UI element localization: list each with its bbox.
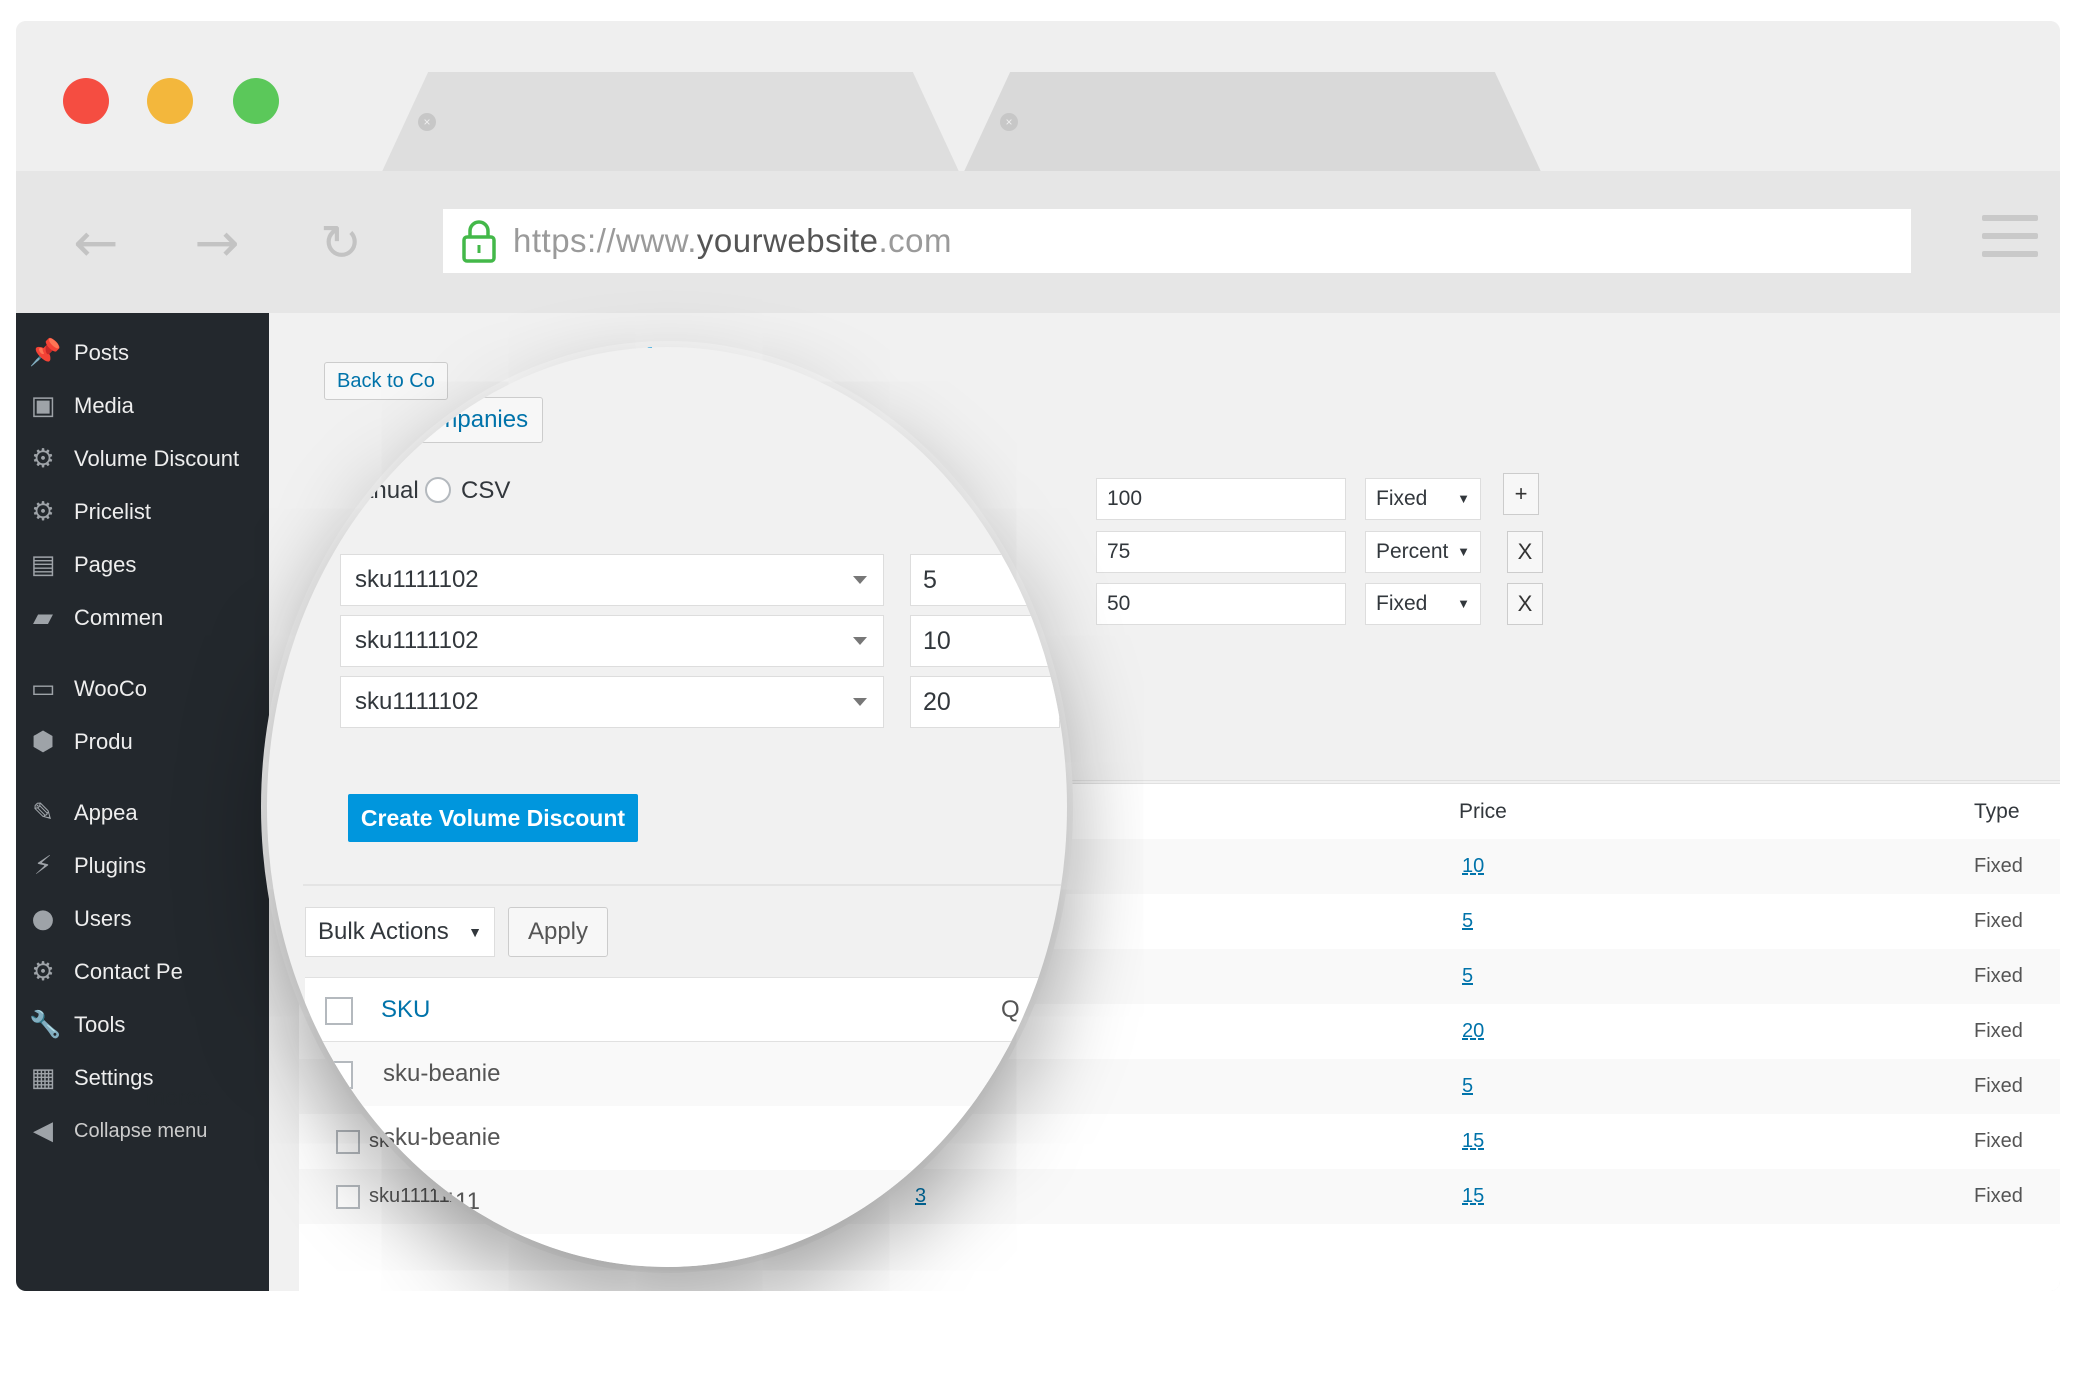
box-icon: ⬢	[31, 727, 55, 757]
remove-row-button[interactable]: X	[1507, 531, 1543, 573]
browser-window: × × ← → ↻ https://www.yourwebsite.com 📌 P…	[16, 21, 2060, 1291]
create-volume-discount-button[interactable]: Create Volume Discount	[348, 794, 638, 842]
sidebar-item-settings[interactable]: ▦ Settings	[16, 1052, 269, 1104]
sidebar-item-appearance[interactable]: ✎ Appea	[16, 787, 269, 839]
discount-value-input-1[interactable]: 100	[1096, 478, 1346, 520]
select-all-checkbox[interactable]	[325, 997, 353, 1025]
reload-icon[interactable]: ↻	[311, 213, 371, 273]
discount-type-select-1[interactable]: Fixed ▼	[1365, 478, 1481, 520]
sidebar-item-woocommerce[interactable]: ▭ WooCo	[16, 663, 269, 715]
add-row-button[interactable]: +	[1503, 473, 1539, 515]
gear-icon: ⚙	[31, 497, 55, 527]
maximize-window-button[interactable]	[233, 78, 279, 124]
chevron-down-icon	[853, 637, 867, 645]
admin-sidebar: 📌 Posts ▣ Media ⚙ Volume Discount ⚙ Pricelis…	[16, 313, 269, 1291]
plug-icon: ⚡	[33, 851, 53, 881]
discount-type-select-3[interactable]: Fixed ▼	[1365, 583, 1481, 625]
browser-tab-2[interactable]: ×	[964, 72, 1541, 171]
address-bar[interactable]: https://www.yourwebsite.com	[443, 209, 1911, 273]
sku-select-2[interactable]: sku1111102	[340, 615, 884, 667]
column-header-type[interactable]: Type	[1974, 784, 2020, 839]
quantity-input-2[interactable]: 10	[910, 615, 1060, 667]
discount-type-select-2[interactable]: Percent ▼	[1365, 531, 1481, 573]
column-header-sku[interactable]: SKU	[381, 996, 430, 1024]
sidebar-item-comments[interactable]: ▰ Commen	[16, 592, 269, 644]
back-to-companies-button-bg[interactable]: Back to Co	[324, 362, 448, 400]
url-text: https://www.yourwebsite.com	[513, 222, 952, 259]
gear-icon: ⚙	[31, 444, 55, 474]
pages-icon: ▤	[30, 550, 56, 580]
collapse-icon: ◀	[33, 1116, 53, 1146]
divider	[303, 884, 1067, 886]
sidebar-item-tools[interactable]: 🔧 Tools	[16, 999, 269, 1051]
table-header-row: SKU Q	[305, 978, 1067, 1042]
discount-value-input-2[interactable]: 75	[1096, 531, 1346, 573]
back-arrow-icon[interactable]: ←	[66, 213, 126, 273]
chevron-down-icon: ▼	[468, 924, 482, 940]
quantity-input-1[interactable]: 5	[910, 554, 1060, 606]
hamburger-menu-icon[interactable]	[1982, 215, 2038, 259]
bulk-actions-select[interactable]: Bulk Actions ▼	[305, 907, 495, 957]
discount-value-input-3[interactable]: 50	[1096, 583, 1346, 625]
close-window-button[interactable]	[63, 78, 109, 124]
apply-button[interactable]: Apply	[508, 907, 608, 957]
sidebar-item-pricelist[interactable]: ⚙ Pricelist	[16, 486, 269, 538]
gear-icon: ⚙	[31, 957, 55, 987]
user-icon: ●	[31, 904, 55, 934]
page-title-fragment: ompute.	[497, 347, 656, 359]
sidebar-item-plugins[interactable]: ⚡ Plugins	[16, 840, 269, 892]
title-bar: × ×	[16, 21, 2060, 171]
media-icon: ▣	[30, 391, 56, 421]
brush-icon: ✎	[32, 798, 54, 828]
pin-icon: 📌	[29, 338, 62, 368]
chevron-down-icon: ▼	[1457, 491, 1470, 506]
minimize-window-button[interactable]	[147, 78, 193, 124]
browser-toolbar: ← → ↻ https://www.yourwebsite.com	[16, 171, 2060, 313]
chevron-down-icon	[853, 576, 867, 584]
sidebar-item-posts[interactable]: 📌 Posts	[16, 327, 269, 379]
sidebar-item-collapse[interactable]: ◀ Collapse menu	[16, 1105, 269, 1157]
sku-select-1[interactable]: sku1111102	[340, 554, 884, 606]
chevron-down-icon: ▼	[1457, 596, 1470, 611]
tab-close-icon[interactable]: ×	[1000, 113, 1018, 131]
sidebar-item-media[interactable]: ▣ Media	[16, 380, 269, 432]
sidebar-sub-label: merce	[146, 1084, 210, 1110]
sku-select-3[interactable]: sku1111102	[340, 676, 884, 728]
tab-close-icon[interactable]: ×	[418, 113, 436, 131]
column-header-price[interactable]: Price	[1459, 784, 1507, 839]
back-to-companies-button[interactable]: ack to Companies	[321, 397, 544, 443]
lock-icon	[462, 220, 496, 263]
table-row: sku11111	[305, 1170, 1067, 1234]
sidebar-item-volume-discount[interactable]: ⚙ Volume Discount	[16, 433, 269, 485]
manual-label: Manual	[340, 477, 419, 504]
manual-radio[interactable]	[305, 477, 331, 503]
chevron-down-icon	[853, 698, 867, 706]
column-header-qty[interactable]: Q	[1001, 996, 1020, 1024]
chevron-down-icon: ▼	[1457, 544, 1470, 559]
row-checkbox[interactable]	[325, 1125, 353, 1153]
sidebar-item-users[interactable]: ● Users	[16, 893, 269, 945]
sidebar-item-products[interactable]: ⬢ Produ	[16, 716, 269, 768]
woo-icon: ▭	[30, 674, 56, 704]
forward-arrow-icon[interactable]: →	[187, 213, 247, 273]
sidebar-item-contact[interactable]: ⚙ Contact Pe	[16, 946, 269, 998]
browser-tab-1[interactable]: ×	[382, 72, 959, 171]
sku-table: SKU Q sku-beanie sku-beanie sku11111	[305, 977, 1067, 1267]
wrench-icon: 🔧	[29, 1010, 62, 1040]
row-checkbox[interactable]	[325, 1061, 353, 1089]
remove-row-button[interactable]: X	[1507, 583, 1543, 625]
quantity-input-3[interactable]: 20	[910, 676, 1060, 728]
table-row: sku-beanie	[305, 1106, 1067, 1170]
table-row: sku-beanie	[305, 1042, 1067, 1106]
sidebar-item-pages[interactable]: ▤ Pages	[16, 539, 269, 591]
magnifier-lens: ompute. ack to Companies Manual CSV sku1…	[267, 347, 1067, 1267]
comment-icon: ▰	[33, 603, 53, 633]
csv-label: CSV	[461, 477, 511, 504]
csv-radio[interactable]	[425, 477, 451, 503]
settings-icon: ▦	[30, 1063, 56, 1093]
